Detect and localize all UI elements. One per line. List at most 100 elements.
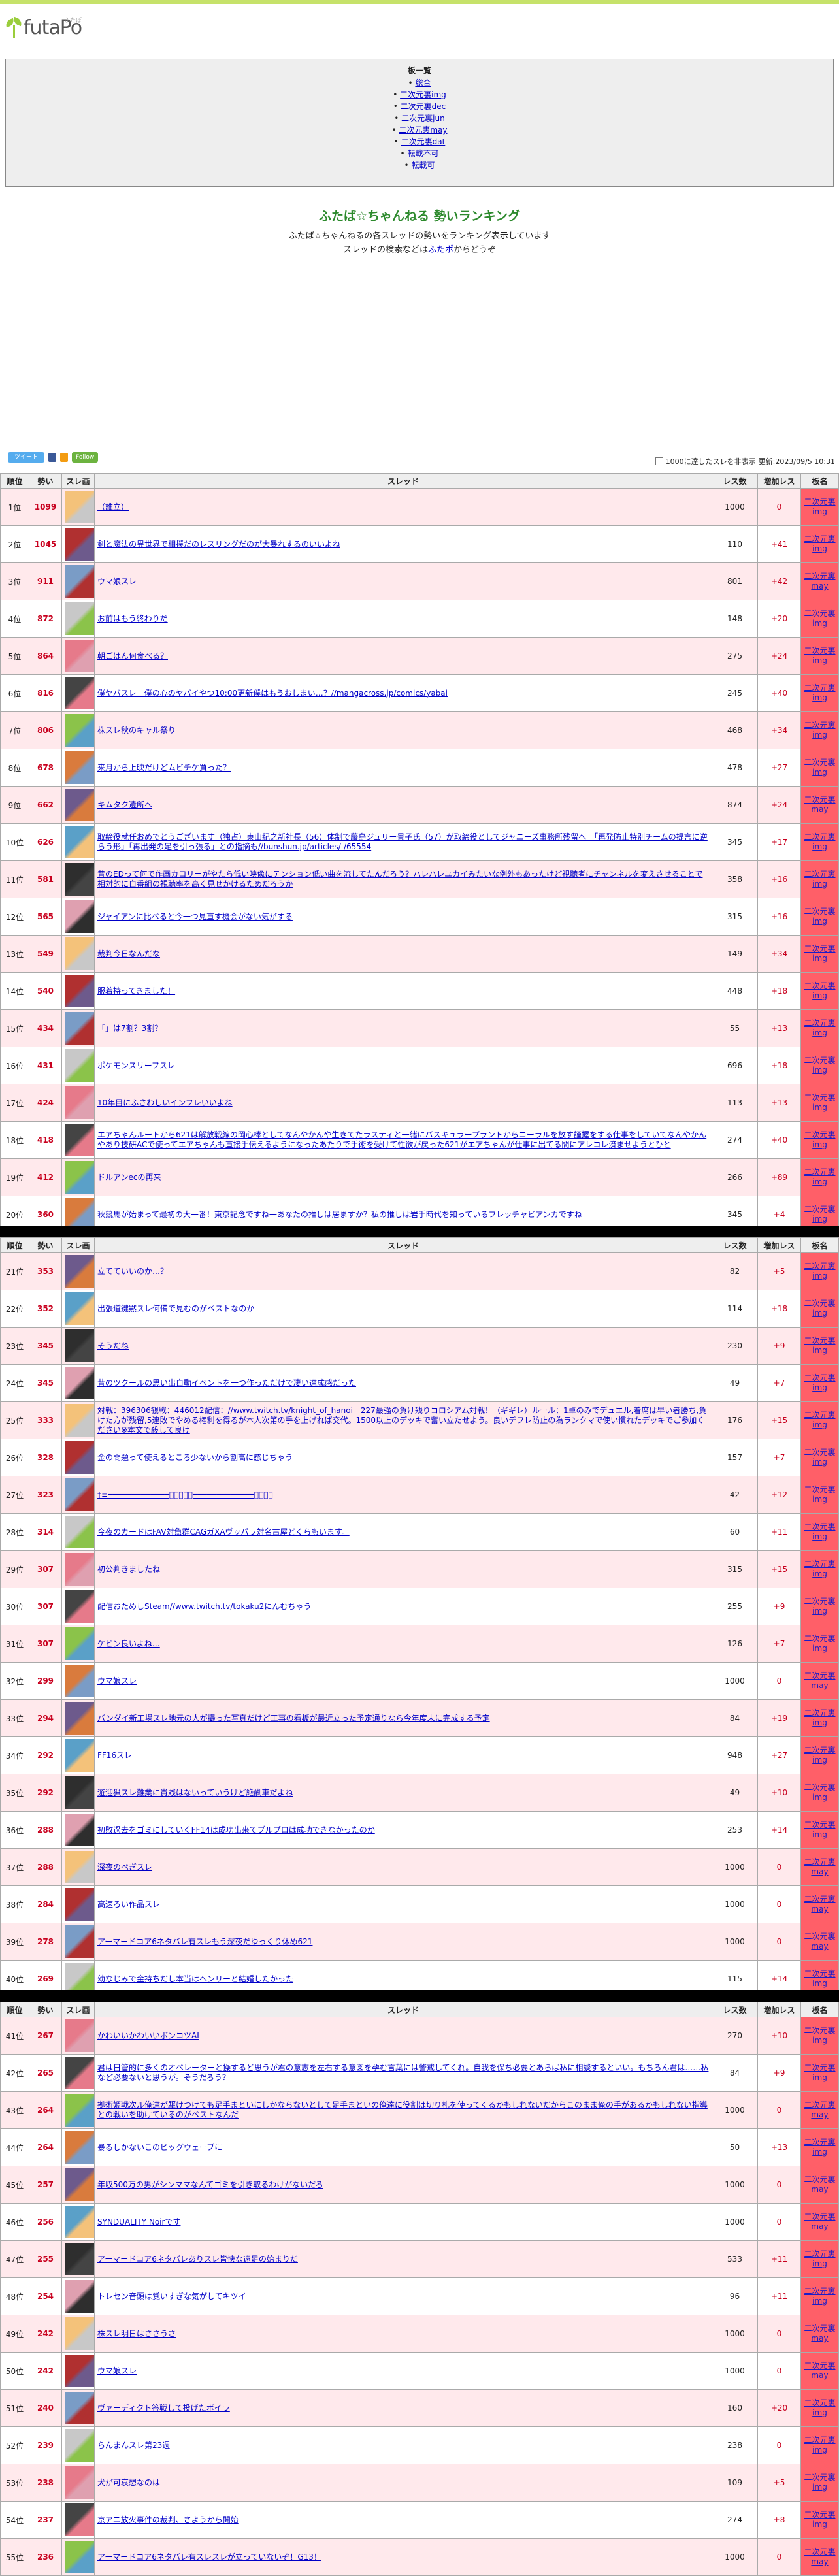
thread-title-link[interactable]: アーマードコア6ネタバレ有スレスレが立っていないぞ！G13！ — [97, 2552, 321, 2562]
board-link[interactable]: 二次元裏img — [804, 1522, 835, 1541]
thread-title-link[interactable]: そうだね — [97, 1341, 129, 1350]
board-link[interactable]: 二次元裏img — [804, 1262, 835, 1280]
thread-title-link[interactable]: 君は日管的に多くのオペレーターと操するど思うが君の意志を左右する意図を孕む言葉に… — [97, 2063, 708, 2082]
board-link[interactable]: 二次元裏may — [804, 795, 835, 814]
thread-thumbnail[interactable] — [65, 1739, 97, 1772]
board-link[interactable]: 二次元裏may — [804, 1895, 835, 1914]
thread-title-link[interactable]: 年収500万の男がシンママなんてゴミを引き取るわけがないだろ — [97, 2180, 323, 2189]
thread-title-link[interactable]: 立てていいのか…？ — [97, 1267, 168, 1276]
thread-thumbnail[interactable] — [65, 2541, 97, 2573]
thread-thumbnail[interactable] — [65, 1404, 97, 1437]
board-link[interactable]: 二次元裏img — [804, 1299, 835, 1318]
thread-title-link[interactable]: ウマ娘スレ — [97, 2366, 137, 2375]
thread-title-link[interactable]: ポケモンスリープスレ — [97, 1061, 175, 1070]
board-link[interactable]: 二次元裏img — [804, 1746, 835, 1765]
thread-thumbnail[interactable] — [65, 789, 97, 821]
thread-thumbnail[interactable] — [65, 1012, 97, 1045]
thread-thumbnail[interactable] — [65, 1161, 97, 1194]
board-link[interactable]: 二次元裏img — [804, 1783, 835, 1802]
thread-title-link[interactable]: ヴァーディクト答戦して投げたボイラ — [97, 2404, 230, 2413]
thread-title-link[interactable]: 遊迎猟スレ難業に貴賎はないっていうけど絶醐車だよね — [97, 1788, 293, 1797]
thread-thumbnail[interactable] — [65, 1255, 97, 1288]
board-link[interactable]: 二次元裏img — [804, 683, 835, 702]
thread-title-link[interactable]: 金の問題って使えるところ少ないから割高に感じちゃう — [97, 1453, 293, 1462]
board-link[interactable]: 二次元裏img — [804, 1485, 835, 1504]
follow-button[interactable]: Follow — [72, 452, 99, 463]
hatena-icon[interactable] — [48, 453, 56, 462]
thread-title-link[interactable]: お前はもう終わりだ — [97, 614, 168, 623]
thread-thumbnail[interactable] — [65, 602, 97, 635]
board-link[interactable]: 二次元裏img — [804, 534, 835, 553]
board-link[interactable]: 二次元裏img — [804, 2436, 835, 2454]
thread-title-link[interactable]: 深夜のぺぎスレ — [97, 1863, 152, 1872]
thread-thumbnail[interactable] — [65, 677, 97, 709]
board-link[interactable]: 二次元裏img — [804, 2510, 835, 2529]
thread-title-link[interactable]: 高速ろい作品スレ — [97, 1900, 160, 1909]
board-link[interactable]: 二次元裏img — [804, 2473, 835, 2492]
thread-thumbnail[interactable] — [65, 2168, 97, 2201]
thread-title-link[interactable]: 暴るしかないこのビッグウェーブに — [97, 2143, 222, 2152]
thread-title-link[interactable]: 昔のツクールの思い出自動イベントを一つ作っただけで凄い達成感だった — [97, 1378, 356, 1388]
thread-title-link[interactable]: 僕ヤバスレ 僕の心のヤバイやつ10:00更新僕はもうおしまい…？//mangac… — [97, 689, 448, 698]
board-link[interactable]: 二次元裏img — [804, 832, 835, 851]
thread-title-link[interactable]: 剣と魔法の異世界で相撲だのレスリングだのが大暴れするのいいよね — [97, 540, 340, 549]
board-link[interactable]: 二次元裏may — [804, 2100, 835, 2119]
thread-title-link[interactable]: 来月から上映だけどムビチケ買った？ — [97, 763, 231, 772]
thread-thumbnail[interactable] — [65, 1329, 97, 1362]
board-link[interactable]: 二次元裏img — [804, 2063, 835, 2082]
board-link[interactable]: 二次元裏dat — [6, 136, 833, 148]
board-link[interactable]: 二次元裏may — [804, 2324, 835, 2343]
thread-thumbnail[interactable] — [65, 826, 97, 858]
thread-title-link[interactable]: トレセン音頭は覚いすぎな気がしてキツイ — [97, 2292, 246, 2301]
site-logo[interactable]: futaPo ふたぽ — [4, 18, 82, 38]
board-link[interactable]: 二次元裏may — [804, 2212, 835, 2231]
thread-thumbnail[interactable] — [65, 1590, 97, 1623]
hide-1000-checkbox[interactable] — [655, 457, 663, 465]
thread-thumbnail[interactable] — [65, 2355, 97, 2387]
thread-title-link[interactable]: 服着持ってきました！ — [97, 986, 175, 996]
board-link[interactable]: 二次元裏img — [804, 1969, 835, 1988]
board-link[interactable]: 二次元裏img — [804, 609, 835, 628]
thread-thumbnail[interactable] — [65, 1814, 97, 1846]
thread-thumbnail[interactable] — [65, 751, 97, 784]
thread-thumbnail[interactable] — [65, 491, 97, 523]
rss-icon[interactable] — [60, 453, 68, 462]
thread-title-link[interactable]: 初敗過去をゴミにしていくFF14は成功出来てブルプロは成功できなかったのか — [97, 1825, 375, 1834]
thread-title-link[interactable]: ウマ娘スレ — [97, 577, 137, 586]
thread-title-link[interactable]: ウマ娘スレ — [97, 1676, 137, 1686]
thread-title-link[interactable]: ジャイアンに比べると今一つ見直す機会がない気がする — [97, 912, 293, 921]
thread-title-link[interactable]: †≡━━━━━━━━━━━━━ﾟﾟﾟﾟﾟ━━━━━━━━━━━━━ﾟﾟﾟﾟ — [97, 1490, 273, 1499]
thread-thumbnail[interactable] — [65, 2019, 97, 2052]
board-link[interactable]: 二次元裏img — [804, 2398, 835, 2417]
thread-thumbnail[interactable] — [65, 2280, 97, 2313]
thread-title-link[interactable]: （誰立） — [97, 502, 129, 512]
thread-thumbnail[interactable] — [65, 1367, 97, 1399]
thread-thumbnail[interactable] — [65, 640, 97, 672]
thread-title-link[interactable]: アーマードコア6ネタバレ有スレもう深夜だゆっくり休め621 — [97, 1937, 312, 1946]
board-link[interactable]: 二次元裏may — [6, 124, 833, 136]
board-link[interactable]: 二次元裏img — [804, 2138, 835, 2157]
thread-title-link[interactable]: 出張道鍵黙スレ何備で見むのがベストなのか — [97, 1304, 254, 1313]
board-link[interactable]: 二次元裏img — [804, 758, 835, 777]
board-link[interactable]: 二次元裏may — [804, 2175, 835, 2194]
thread-title-link[interactable]: 株スレ明日はささうさ — [97, 2329, 176, 2338]
board-link[interactable]: 総合 — [6, 77, 833, 89]
thread-title-link[interactable]: エアちゃんルートから621は解放戦線の岡心棒としてなんやかんや生きてたラスティと… — [97, 1130, 706, 1149]
thread-title-link[interactable]: SYNDUALITY Noirです — [97, 2217, 180, 2226]
board-link[interactable]: 二次元裏img — [804, 2249, 835, 2268]
thread-thumbnail[interactable] — [65, 2243, 97, 2275]
thread-title-link[interactable]: 裁判今日なんだな — [97, 949, 160, 958]
board-link[interactable]: 二次元裏may — [804, 2361, 835, 2380]
board-link[interactable]: 二次元裏img — [804, 2287, 835, 2306]
board-link[interactable]: 二次元裏img — [804, 1130, 835, 1149]
thread-thumbnail[interactable] — [65, 1702, 97, 1735]
board-link[interactable]: 二次元裏img — [804, 1167, 835, 1186]
thread-title-link[interactable]: 朝ごはん何食べる？ — [97, 651, 168, 660]
thread-title-link[interactable]: 幼なじみで金持ちだし本当はヘンリーと結婚したかった — [97, 1974, 293, 1983]
thread-title-link[interactable]: 今夜のカードはFAV対魚群CAGガXAヴッパラ対名古屋どくらもいます。 — [97, 1527, 350, 1537]
thread-title-link[interactable]: バンダイ新工場スレ地元の人が撮った写真だけど工事の看板が最近立った予定通りなら今… — [97, 1714, 490, 1723]
thread-thumbnail[interactable] — [65, 714, 97, 747]
thread-title-link[interactable]: 昔のEDって何で作画カロリーがやたら低い映像にテンション低い曲を流してたんだろう… — [97, 870, 702, 889]
board-link[interactable]: 二次元裏img — [804, 870, 835, 889]
thread-thumbnail[interactable] — [65, 1124, 97, 1156]
